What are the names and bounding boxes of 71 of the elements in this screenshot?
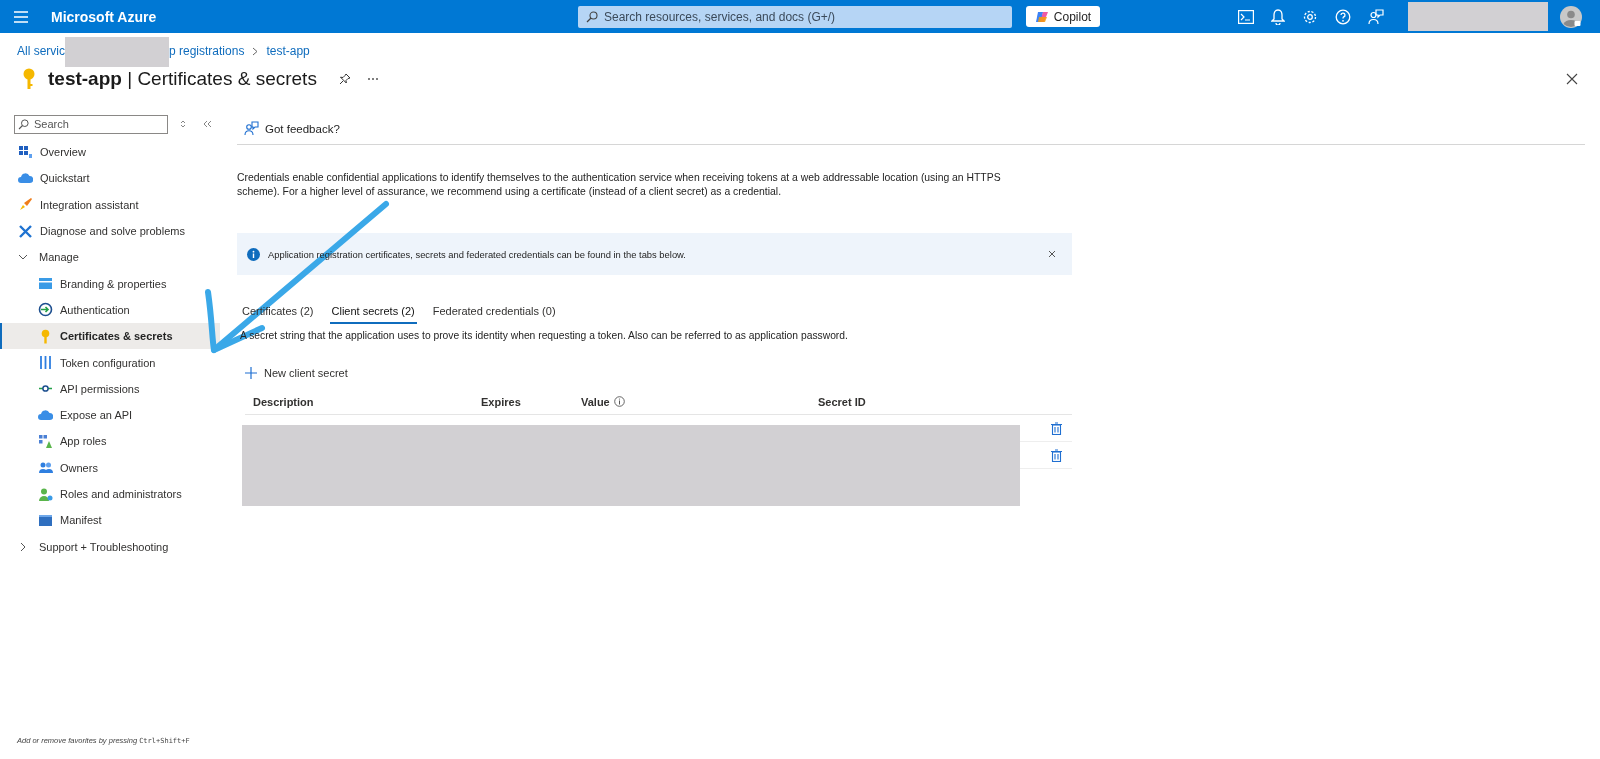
settings-icon[interactable] bbox=[1302, 8, 1318, 25]
key-icon bbox=[22, 68, 36, 90]
description-text: A secret string that the application uses to prove its identity when requesting a token. Also can be referred to as application password. bbox=[240, 330, 849, 341]
search-icon bbox=[586, 10, 598, 23]
card-icon bbox=[38, 276, 53, 292]
close-icon[interactable] bbox=[1566, 73, 1578, 85]
sidebar-item[interactable]: Manifest bbox=[0, 507, 220, 534]
grid-icon bbox=[18, 144, 33, 160]
sidebar-item[interactable]: Integration assistant bbox=[0, 191, 220, 218]
tab[interactable]: Federated credentials (0) bbox=[430, 301, 558, 324]
person-icon bbox=[38, 486, 53, 502]
column-header: Expires bbox=[481, 395, 522, 408]
column-header: Value bbox=[581, 395, 818, 408]
sidebar-item[interactable]: Expose an API bbox=[0, 401, 220, 429]
sidebar-item[interactable]: Authentication bbox=[0, 296, 220, 324]
page-title: test-app | Certificates & secrets bbox=[48, 68, 317, 90]
cloud-icon bbox=[38, 407, 53, 423]
close-icon[interactable] bbox=[1048, 250, 1056, 258]
pin-icon[interactable] bbox=[338, 73, 351, 85]
notifications-icon[interactable] bbox=[1271, 8, 1285, 25]
breadcrumb-link[interactable]: All servic bbox=[17, 44, 65, 58]
new-client-secret-button[interactable]: New client secret bbox=[245, 365, 348, 381]
sidebar-item[interactable]: Manage bbox=[0, 244, 220, 271]
column-header: Description bbox=[252, 395, 315, 408]
cloud-icon bbox=[18, 170, 33, 186]
people-icon bbox=[38, 460, 53, 476]
breadcrumb-link[interactable]: test-app bbox=[266, 44, 310, 58]
sign-in-icon bbox=[38, 302, 53, 318]
info-icon bbox=[247, 247, 260, 261]
copilot-button[interactable]: Copilot bbox=[1026, 6, 1100, 27]
brand-title[interactable]: Microsoft Azure bbox=[51, 8, 578, 25]
tab[interactable]: Client secrets (2) bbox=[329, 301, 417, 324]
expand-collapse-icon[interactable] bbox=[180, 120, 186, 128]
more-icon[interactable] bbox=[366, 77, 379, 81]
delete-icon[interactable] bbox=[1051, 448, 1062, 462]
feedback-icon bbox=[244, 121, 259, 136]
sidebar-item[interactable]: Quickstart bbox=[0, 165, 220, 192]
search-icon bbox=[18, 118, 29, 130]
description-text: Credentials enable confidential applications to identify themselves to the authentication service when receiving tokens at a web addressable location (using an HTTPS scheme). For a higher level of assurance, we recommend using a certificate (instead of a client secret) as a credential. bbox=[237, 171, 1002, 199]
chevron-right-icon bbox=[252, 46, 259, 56]
plus-icon bbox=[245, 367, 257, 379]
column-header: Secret ID bbox=[818, 395, 867, 408]
sidebar-item[interactable]: Token configuration bbox=[0, 349, 220, 376]
document-icon bbox=[38, 512, 53, 528]
info-icon bbox=[613, 396, 625, 407]
sidebar-item[interactable]: API permissions bbox=[0, 375, 220, 402]
search-field[interactable]: Search resources, services, and docs (G+/) bbox=[578, 5, 1012, 28]
terminal-icon[interactable] bbox=[1238, 9, 1254, 24]
breadcrumb-link[interactable]: p registrations bbox=[169, 44, 245, 58]
delete-icon[interactable] bbox=[1051, 421, 1062, 435]
sidebar-item[interactable]: Overview bbox=[0, 139, 220, 166]
tools-icon bbox=[18, 223, 33, 239]
menu-icon[interactable] bbox=[14, 10, 28, 23]
sidebar-item[interactable]: Support + Troubleshooting bbox=[0, 533, 220, 560]
bars-icon bbox=[38, 355, 53, 370]
rocket-icon bbox=[18, 197, 33, 213]
sidebar-item[interactable]: App roles bbox=[0, 428, 220, 455]
avatar-icon[interactable] bbox=[1560, 5, 1582, 28]
sidebar-item[interactable]: Owners bbox=[0, 454, 220, 481]
sidebar-item[interactable]: Diagnose and solve problems bbox=[0, 217, 220, 245]
sidebar-item[interactable]: Certificates & secrets bbox=[0, 323, 220, 350]
sidebar-item[interactable]: Branding & properties bbox=[0, 270, 220, 297]
feedback-link[interactable]: Got feedback? bbox=[244, 121, 340, 136]
sidebar-item[interactable]: Roles and administrators bbox=[0, 480, 220, 508]
help-icon[interactable] bbox=[1335, 8, 1351, 25]
grid-person-icon bbox=[38, 433, 53, 449]
copilot-icon bbox=[1034, 9, 1049, 24]
feedback-icon[interactable] bbox=[1368, 8, 1384, 25]
chevron-right-icon bbox=[18, 541, 28, 552]
collapse-icon[interactable] bbox=[203, 120, 212, 128]
search-field[interactable]: Search bbox=[14, 114, 168, 134]
